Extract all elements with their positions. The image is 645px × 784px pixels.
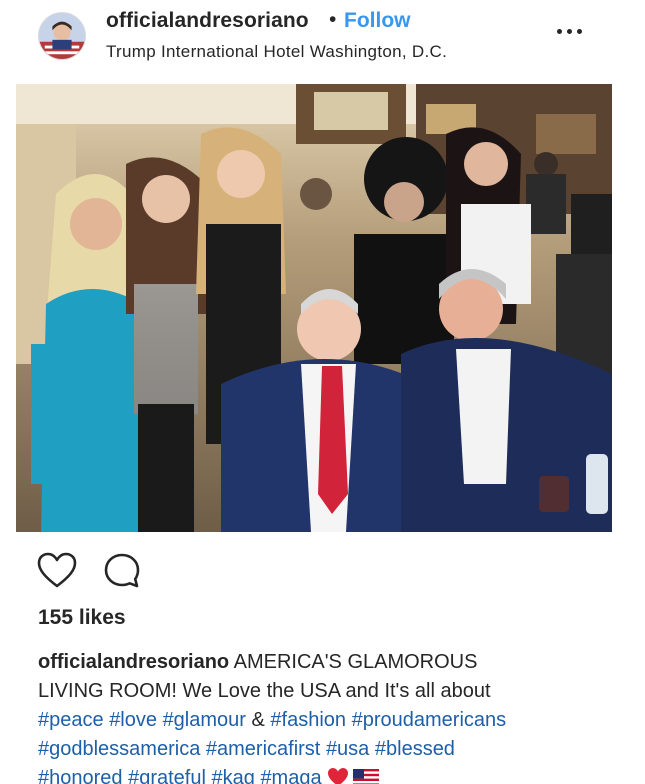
post-photo[interactable]	[16, 84, 612, 532]
hashtag[interactable]: #godblessamerica	[38, 738, 200, 760]
hashtag[interactable]: #blessed	[375, 738, 455, 760]
separator-dot: •	[329, 8, 337, 31]
hashtag[interactable]: #americafirst	[206, 738, 320, 760]
hashtag[interactable]: #maga	[260, 767, 321, 784]
hashtag[interactable]: #love	[109, 709, 157, 731]
caption-ampersand: &	[251, 709, 265, 731]
hashtag[interactable]: #grateful	[128, 767, 206, 784]
heart-icon[interactable]	[37, 552, 77, 590]
profile-avatar[interactable]	[38, 12, 86, 60]
likes-count[interactable]: 155 likes	[38, 606, 126, 630]
comment-icon[interactable]	[103, 552, 141, 590]
post-header: officialandresoriano • Follow Trump Inte…	[0, 0, 645, 78]
caption-line: #godblessamerica #americafirst #usa #ble…	[38, 735, 628, 764]
hashtag[interactable]: #fashion	[270, 709, 346, 731]
hashtag[interactable]: #usa	[326, 738, 369, 760]
hashtag[interactable]: #kag	[212, 767, 255, 784]
more-dot	[557, 29, 562, 34]
us-flag-emoji	[353, 766, 380, 784]
caption-line: #peace #love #glamour & #fashion #prouda…	[38, 706, 628, 735]
caption-text: AMERICA'S GLAMOROUS	[233, 651, 478, 673]
more-dot	[577, 29, 582, 34]
red-heart-emoji	[327, 767, 349, 784]
follow-button[interactable]: Follow	[344, 9, 411, 33]
post-username[interactable]: officialandresoriano	[106, 9, 309, 33]
caption-line: #honored #grateful #kag #maga	[38, 764, 628, 784]
post-caption: officialandresoriano AMERICA'S GLAMOROUS…	[38, 648, 628, 784]
post-location[interactable]: Trump International Hotel Washington, D.…	[106, 42, 447, 62]
more-dot	[567, 29, 572, 34]
caption-text: LIVING ROOM! We Love the USA and It's al…	[38, 680, 491, 702]
hashtag[interactable]: #honored	[38, 767, 123, 784]
hashtag[interactable]: #glamour	[163, 709, 246, 731]
post-actions	[37, 552, 237, 592]
caption-username[interactable]: officialandresoriano	[38, 651, 229, 673]
hashtag[interactable]: #peace	[38, 709, 104, 731]
more-options-icon[interactable]	[556, 22, 584, 40]
hashtag[interactable]: #proudamericans	[352, 709, 507, 731]
caption-line: officialandresoriano AMERICA'S GLAMOROUS	[38, 648, 628, 677]
caption-line: LIVING ROOM! We Love the USA and It's al…	[38, 677, 628, 706]
